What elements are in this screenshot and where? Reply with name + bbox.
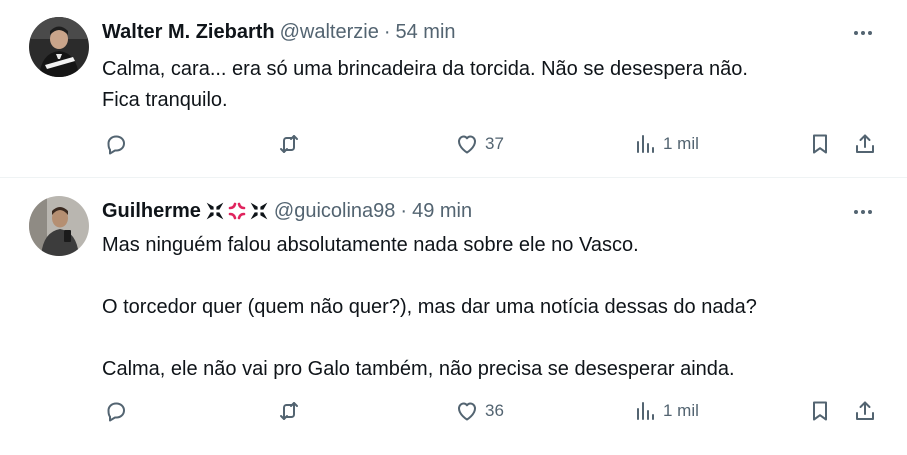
bookmark-icon <box>813 401 827 421</box>
reply-icon <box>107 135 125 155</box>
retweet-icon <box>280 402 298 420</box>
action-bar: 36 1 mil <box>0 396 907 426</box>
reply-button[interactable] <box>104 129 128 159</box>
avatar[interactable] <box>29 196 89 256</box>
like-count: 36 <box>485 401 504 420</box>
share-icon <box>856 134 874 153</box>
post-paragraph: Calma, ele não vai pro Galo também, não … <box>102 358 735 380</box>
display-name[interactable]: Guilherme <box>102 200 201 223</box>
reply-icon <box>107 402 125 422</box>
handle[interactable]: @walterzie <box>280 21 379 44</box>
more-options-button[interactable] <box>849 201 877 223</box>
reply-feed: Walter M. Ziebarth @walterzie · 54 min C… <box>0 0 907 455</box>
post-text: Calma, cara... era só uma brincadeira da… <box>102 54 748 116</box>
views-count: 1 mil <box>663 134 699 153</box>
maltese-cross-icon <box>250 202 268 220</box>
post-paragraph: O torcedor quer (quem não quer?), mas da… <box>102 296 757 318</box>
views-button[interactable]: 1 mil <box>633 129 699 159</box>
like-button[interactable]: 37 <box>455 129 504 159</box>
share-icon <box>856 401 874 420</box>
display-name[interactable]: Walter M. Ziebarth <box>102 21 275 44</box>
post-text-line: Fica tranquilo. <box>102 89 228 111</box>
post-text-line: Calma, cara... era só uma brincadeira da… <box>102 58 748 80</box>
views-bar-chart-icon <box>637 135 654 153</box>
timestamp[interactable]: 54 min <box>396 21 456 44</box>
profile-photo <box>29 196 89 256</box>
post-paragraph: Mas ninguém falou absolutamente nada sob… <box>102 234 639 256</box>
separator-dot: · <box>400 199 408 222</box>
maltese-cross-icon <box>206 202 224 220</box>
heart-icon <box>458 135 476 154</box>
more-options-button[interactable] <box>849 22 877 44</box>
views-button[interactable]: 1 mil <box>633 396 699 426</box>
post-text: Mas ninguém falou absolutamente nada sob… <box>102 230 757 385</box>
views-count: 1 mil <box>663 401 699 420</box>
post-header: Walter M. Ziebarth @walterzie · 54 min <box>102 19 456 45</box>
share-button[interactable] <box>853 129 877 159</box>
retweet-button[interactable] <box>277 396 301 426</box>
retweet-button[interactable] <box>277 129 301 159</box>
more-horizontal-icon <box>854 31 872 35</box>
retweet-icon <box>280 135 298 153</box>
share-button[interactable] <box>853 396 877 426</box>
like-count: 37 <box>485 134 504 153</box>
bookmark-button[interactable] <box>808 396 832 426</box>
bookmark-icon <box>813 134 827 154</box>
post-header: Guilherme @guicolina98 · 49 min <box>102 198 472 224</box>
more-horizontal-icon <box>854 210 872 214</box>
handle[interactable]: @guicolina98 <box>274 200 396 223</box>
heart-icon <box>458 402 476 421</box>
anger-symbol-icon <box>228 202 246 220</box>
bookmark-button[interactable] <box>808 129 832 159</box>
like-button[interactable]: 36 <box>455 396 504 426</box>
reply-button[interactable] <box>104 396 128 426</box>
name-emojis <box>205 200 269 222</box>
timestamp[interactable]: 49 min <box>412 200 472 223</box>
post-guilherme[interactable]: Guilherme @guicolina98 · 49 min Mas ning… <box>0 179 907 455</box>
action-bar: 37 1 mil <box>0 129 907 159</box>
avatar[interactable] <box>29 17 89 77</box>
separator-dot: · <box>383 20 391 43</box>
views-bar-chart-icon <box>637 402 654 420</box>
post-walter[interactable]: Walter M. Ziebarth @walterzie · 54 min C… <box>0 0 907 178</box>
profile-photo <box>29 17 89 77</box>
